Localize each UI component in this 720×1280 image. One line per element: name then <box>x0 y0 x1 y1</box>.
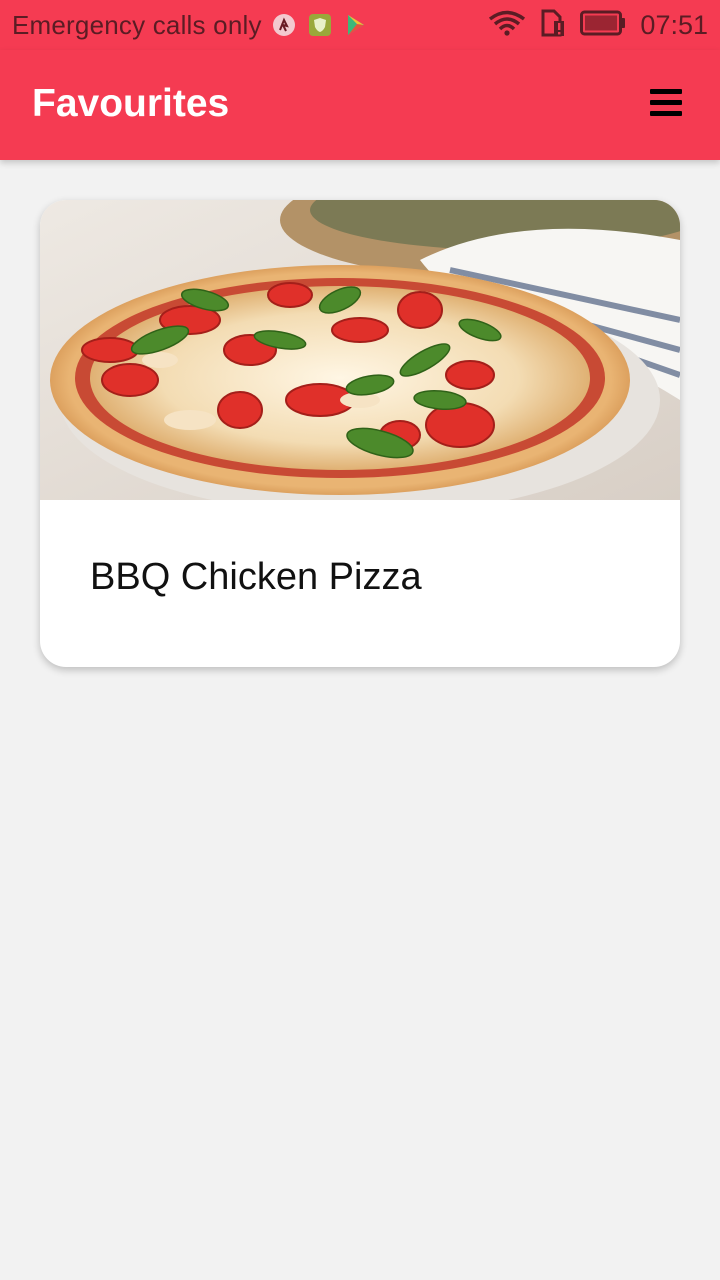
play-store-icon <box>344 13 368 37</box>
status-left: Emergency calls only <box>0 10 368 41</box>
app-bar: Favourites <box>0 50 720 160</box>
hamburger-menu-icon-bar <box>650 100 682 105</box>
menu-button[interactable] <box>650 89 682 117</box>
clock: 07:51 <box>640 9 708 40</box>
ant-app-icon <box>272 13 296 37</box>
status-right: 07:51 <box>488 0 708 50</box>
wifi-icon <box>488 10 526 41</box>
favourite-card[interactable]: BBQ Chicken Pizza <box>40 200 680 667</box>
hamburger-menu-icon-bar <box>650 111 682 116</box>
sim-alert-icon <box>540 9 566 42</box>
status-bar: Emergency calls only 07:51 <box>0 0 720 50</box>
battery-icon <box>580 10 626 41</box>
hamburger-menu-icon <box>650 89 682 94</box>
card-title: BBQ Chicken Pizza <box>90 556 422 598</box>
notification-icons <box>272 13 368 37</box>
shield-app-icon <box>308 13 332 37</box>
pizza-image <box>40 200 680 500</box>
carrier-text: Emergency calls only <box>12 9 262 40</box>
page-title: Favourites <box>32 82 230 125</box>
